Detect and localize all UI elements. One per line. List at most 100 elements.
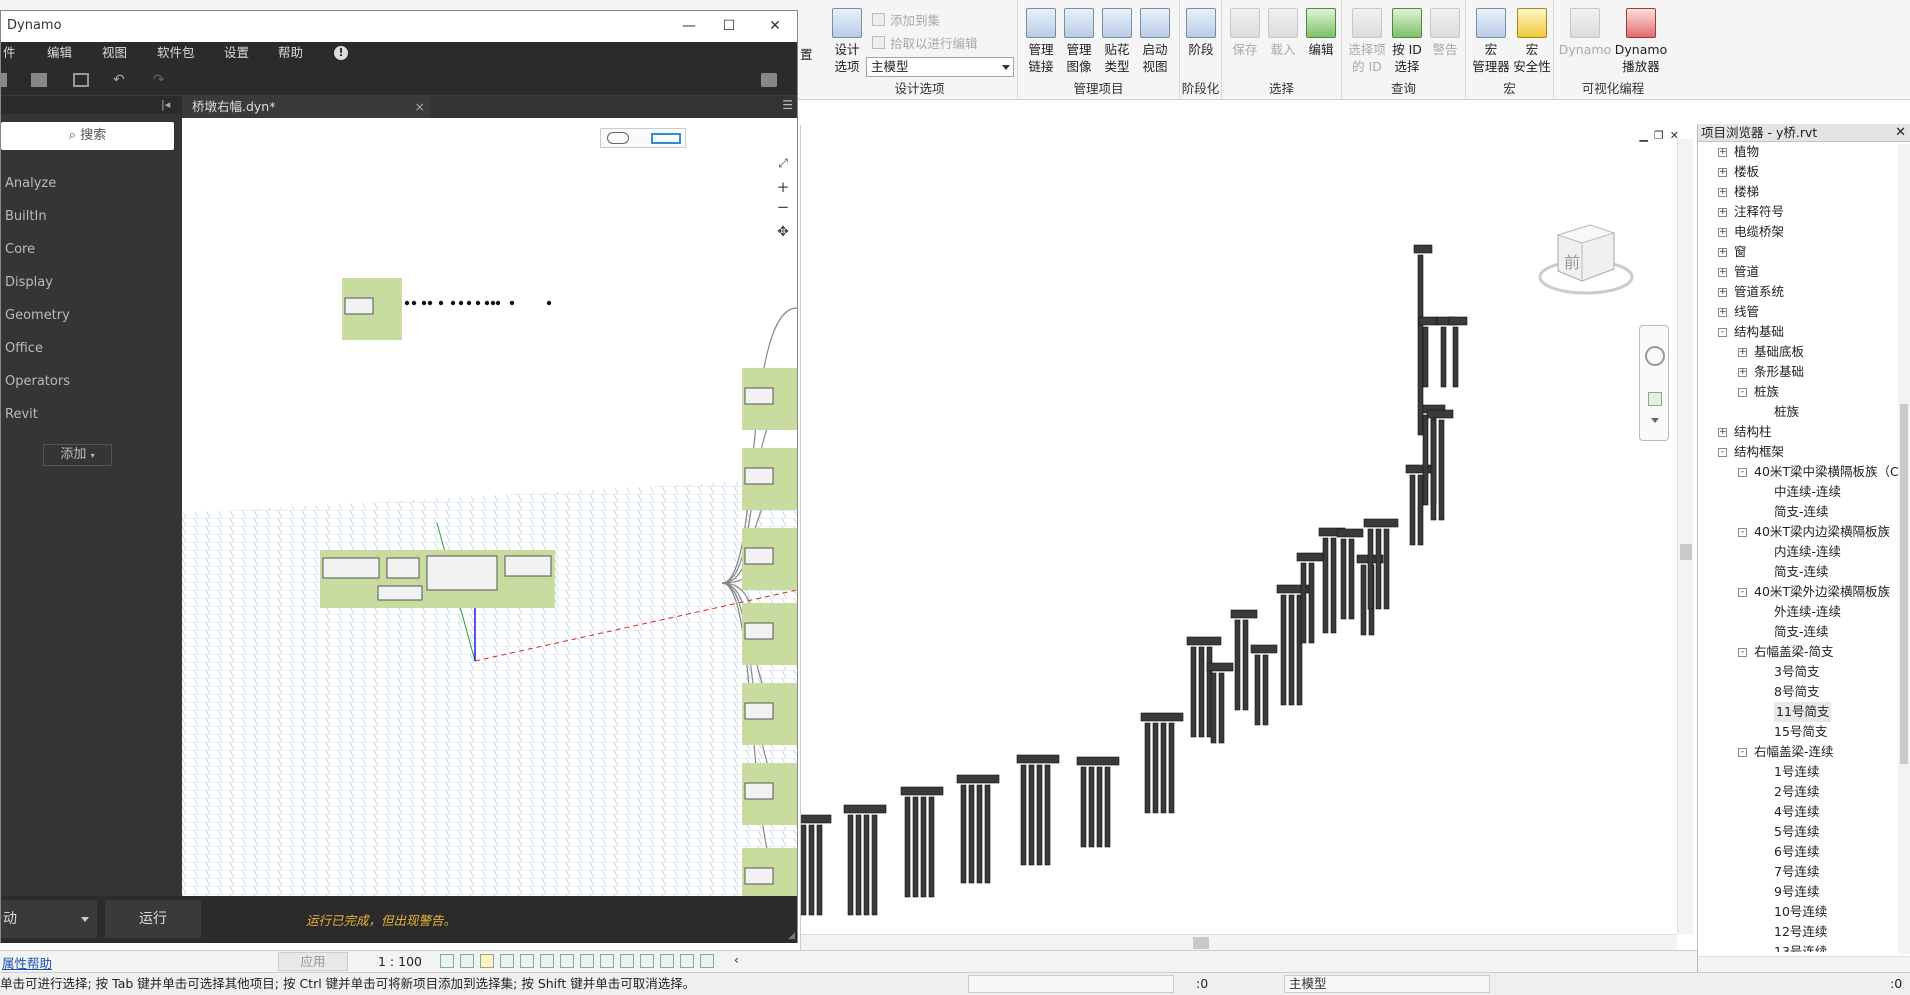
tree-item[interactable]: 2号连续: [1774, 782, 1819, 802]
tree-item[interactable]: 6号连续: [1774, 842, 1819, 862]
collapse-icon[interactable]: -: [1718, 327, 1727, 337]
menu-packages[interactable]: 软件包: [157, 42, 195, 64]
camera-icon[interactable]: [761, 73, 777, 87]
pier-column[interactable]: [1198, 646, 1205, 738]
tree-item[interactable]: 简支-连续: [1774, 622, 1829, 642]
pier-column[interactable]: [1417, 474, 1424, 546]
tree-item[interactable]: 中连续-连续: [1774, 482, 1841, 502]
pier-column[interactable]: [1340, 538, 1347, 620]
decal-types-button[interactable]: 贴花 类型: [1098, 8, 1136, 75]
collapse-icon[interactable]: -: [1738, 647, 1747, 657]
tree-item[interactable]: - 结构框架: [1718, 442, 1784, 462]
library-category[interactable]: Operators: [5, 374, 70, 389]
pier-column[interactable]: [1096, 766, 1103, 848]
graph-node[interactable]: [504, 555, 552, 577]
expand-icon[interactable]: +: [1718, 247, 1727, 257]
pier-cap[interactable]: [1296, 552, 1324, 562]
tree-item[interactable]: 1号连续: [1774, 762, 1819, 782]
pier-column[interactable]: [1242, 619, 1249, 711]
collapse-icon[interactable]: -: [1738, 387, 1747, 397]
menu-help[interactable]: 帮助: [278, 42, 303, 64]
pier-column[interactable]: [1218, 672, 1225, 744]
pier-cap[interactable]: [1250, 644, 1278, 654]
library-category[interactable]: BuiltIn: [5, 209, 47, 224]
graph-node[interactable]: [386, 557, 420, 579]
browser-horizontal-scrollbar[interactable]: [1698, 956, 1910, 972]
graph-node[interactable]: [322, 557, 380, 579]
pier-column[interactable]: [1080, 766, 1087, 848]
tree-item[interactable]: 内连续-连续: [1774, 542, 1841, 562]
fit-view-icon[interactable]: ⤢: [772, 156, 794, 178]
tree-item[interactable]: - 右幅盖梁-简支: [1738, 642, 1834, 662]
pier-cap[interactable]: [1363, 518, 1399, 528]
pier-column[interactable]: [968, 784, 975, 884]
expand-icon[interactable]: +: [1718, 427, 1727, 437]
phases-button[interactable]: 阶段: [1182, 8, 1220, 58]
expand-icon[interactable]: +: [1718, 167, 1727, 177]
pier-column[interactable]: [847, 814, 854, 916]
tree-item[interactable]: + 楼板: [1718, 162, 1759, 182]
visual-style-icon[interactable]: [460, 954, 474, 968]
library-category[interactable]: Geometry: [5, 308, 70, 323]
zoom-out-icon[interactable]: −: [772, 198, 794, 224]
pier-cap[interactable]: [1413, 244, 1433, 254]
save-icon[interactable]: [73, 73, 89, 87]
edit-selection-button[interactable]: 编辑: [1302, 8, 1340, 58]
close-icon[interactable]: ✕: [1895, 124, 1906, 142]
geometry-view-icon[interactable]: [607, 132, 629, 144]
new-file-icon[interactable]: [1, 73, 7, 87]
workset-combo[interactable]: [968, 975, 1174, 993]
dynamo-graph-canvas[interactable]: ⤢ + − ✥: [182, 118, 797, 902]
pier-cap[interactable]: [1426, 409, 1454, 419]
pier-column[interactable]: [904, 796, 911, 898]
pier-column[interactable]: [1322, 537, 1329, 634]
maximize-button[interactable]: ☐: [719, 16, 739, 36]
pick-to-edit-button[interactable]: 拾取以进行编辑: [872, 33, 978, 52]
tree-item[interactable]: 5号连续: [1774, 822, 1819, 842]
dynamo-title-bar[interactable]: Dynamo — ☐ ✕: [1, 11, 797, 42]
shadows-icon[interactable]: [500, 954, 514, 968]
expand-icon[interactable]: +: [1738, 367, 1747, 377]
save-selection-button[interactable]: 保存: [1226, 8, 1264, 58]
design-option-combo[interactable]: 主模型: [866, 57, 1014, 77]
pier-column[interactable]: [816, 824, 823, 916]
pier-column[interactable]: [1088, 766, 1095, 848]
constraints-icon[interactable]: [700, 954, 714, 968]
tree-item[interactable]: + 管道: [1718, 262, 1759, 282]
tree-item[interactable]: + 基础底板: [1738, 342, 1804, 362]
library-category[interactable]: Display: [5, 275, 53, 290]
minimize-icon[interactable]: ▁: [1639, 129, 1647, 142]
highlight-displacement-icon[interactable]: [680, 954, 694, 968]
tree-item[interactable]: - 桩族: [1738, 382, 1779, 402]
load-selection-button[interactable]: 载入: [1264, 8, 1302, 58]
pier-cap[interactable]: [1448, 316, 1468, 326]
tree-item[interactable]: + 条形基础: [1738, 362, 1804, 382]
tree-item[interactable]: 3号简支: [1774, 662, 1819, 682]
render-icon[interactable]: [520, 954, 534, 968]
pier-column[interactable]: [1020, 764, 1027, 866]
pier-column[interactable]: [1190, 646, 1197, 738]
viewcube[interactable]: 前: [1536, 213, 1636, 303]
graph-node[interactable]: [426, 555, 498, 591]
analytical-model-icon[interactable]: [660, 954, 674, 968]
menu-edit[interactable]: 编辑: [47, 42, 72, 64]
expand-icon[interactable]: +: [1718, 287, 1727, 297]
graph-node[interactable]: [744, 467, 774, 485]
tree-item[interactable]: + 电缆桥架: [1718, 222, 1784, 242]
tree-item[interactable]: 13号连续: [1774, 942, 1827, 952]
graph-node[interactable]: [744, 622, 774, 640]
close-button[interactable]: ✕: [765, 16, 785, 36]
expand-icon[interactable]: +: [1738, 347, 1747, 357]
pier-column[interactable]: [1036, 764, 1043, 866]
view-horizontal-scrollbar[interactable]: [801, 934, 1677, 950]
add-to-set-button[interactable]: 添加到集: [872, 10, 940, 29]
pier-column[interactable]: [1044, 764, 1051, 866]
ids-of-selection-button[interactable]: 选择项 的 ID: [1346, 8, 1388, 75]
pier-column[interactable]: [1422, 326, 1429, 388]
pier-cap[interactable]: [1230, 609, 1258, 619]
steering-wheel-icon[interactable]: [1645, 346, 1665, 366]
graph-node[interactable]: [744, 782, 774, 800]
pier-column[interactable]: [863, 814, 870, 916]
apply-button[interactable]: 应用: [278, 952, 348, 971]
pier-column[interactable]: [1383, 528, 1390, 610]
